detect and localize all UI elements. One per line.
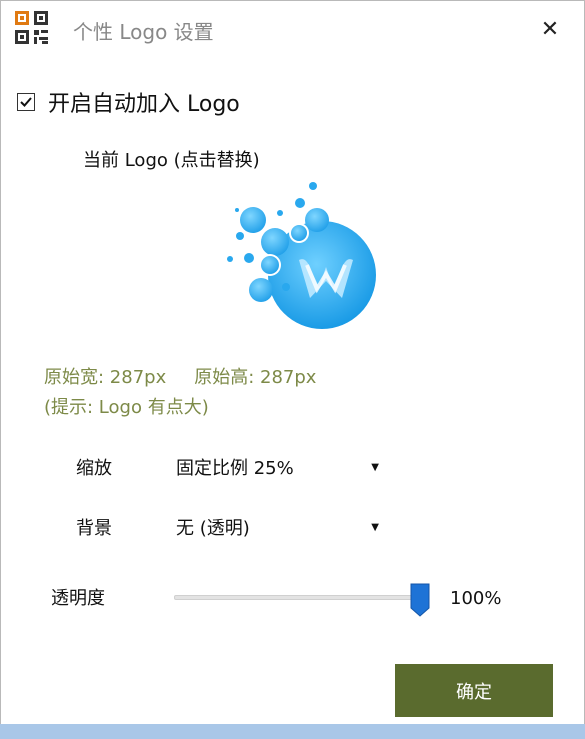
opacity-slider-track[interactable] [174, 595, 422, 600]
window-title: 个性 Logo 设置 [73, 20, 214, 44]
scale-label: 缩放 [76, 458, 112, 479]
logo-preview[interactable] [207, 175, 385, 345]
bubble-w-logo-icon [227, 182, 376, 329]
background-value: 无 (透明) [176, 518, 250, 539]
dropdown-arrow-icon: ▼ [371, 461, 379, 473]
auto-logo-label: 开启自动加入 Logo [48, 92, 240, 117]
auto-logo-checkbox[interactable] [17, 93, 35, 111]
checkmark-icon [20, 97, 32, 107]
logo-dimensions: 原始宽: 287px 原始高: 287px [44, 363, 316, 389]
opacity-label: 透明度 [51, 588, 105, 609]
auto-logo-toggle[interactable]: 开启自动加入 Logo [17, 86, 240, 118]
scale-value: 固定比例 25% [176, 458, 294, 479]
current-logo-title: 当前 Logo (点击替换) [83, 150, 260, 171]
taskbar-strip [0, 724, 585, 739]
ok-button[interactable]: 确定 [395, 664, 553, 717]
background-label: 背景 [76, 518, 112, 539]
opacity-value: 100% [450, 588, 502, 609]
close-icon: ✕ [540, 16, 560, 42]
logo-settings-dialog: 个性 Logo 设置 ✕ 开启自动加入 Logo 当前 Logo (点击替换) [0, 0, 585, 739]
opacity-slider-thumb[interactable] [410, 583, 430, 617]
background-select[interactable]: 无 (透明) ▼ [176, 513, 381, 541]
logo-size-hint: (提示: Logo 有点大) [44, 397, 209, 418]
original-width: 原始宽: 287px [44, 367, 167, 388]
close-button[interactable]: ✕ [533, 12, 567, 46]
original-height: 原始高: 287px [194, 367, 317, 388]
scale-select[interactable]: 固定比例 25% ▼ [176, 453, 381, 481]
qr-code-icon [15, 11, 48, 44]
dropdown-arrow-icon: ▼ [371, 521, 379, 533]
